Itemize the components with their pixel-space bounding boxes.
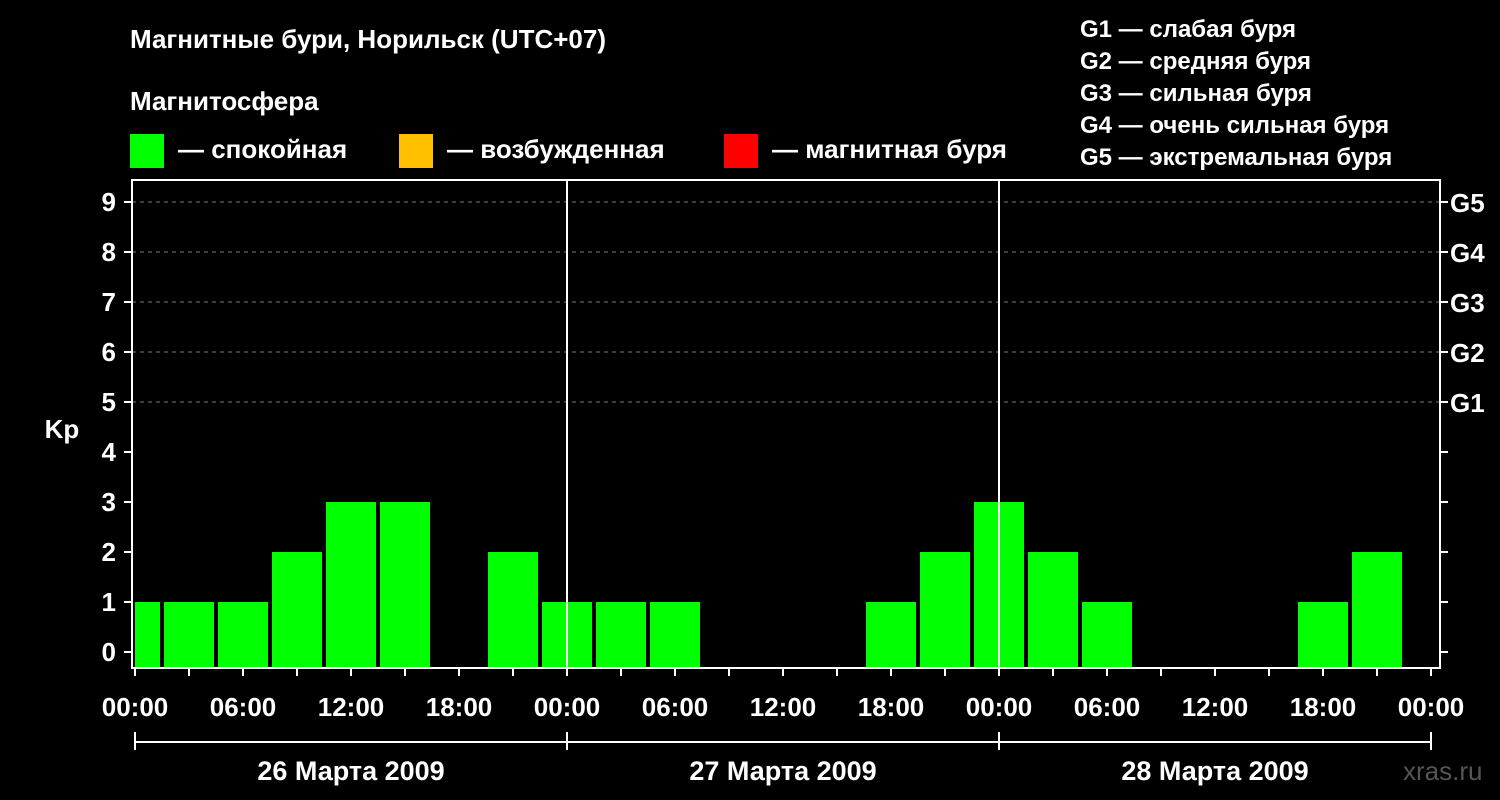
kp-bar: [650, 602, 700, 668]
kp-bar: [596, 602, 646, 668]
y-tick-label: 8: [102, 237, 116, 267]
kp-bar: [326, 502, 376, 668]
y-tick-label: 2: [102, 537, 116, 567]
x-tick-label: 00:00: [534, 692, 601, 722]
y-tick-label: 7: [102, 287, 116, 317]
kp-bar: [1028, 552, 1078, 668]
kp-bar: [218, 602, 268, 668]
g-level-label: G4: [1450, 238, 1485, 268]
g-level-label: G5: [1450, 188, 1485, 218]
x-tick-label: 12:00: [318, 692, 385, 722]
x-tick-label: 00:00: [102, 692, 169, 722]
y-tick-label: 1: [102, 587, 116, 617]
x-tick-label: 00:00: [1398, 692, 1465, 722]
kp-bar: [272, 552, 322, 668]
g-level-label: G2: [1450, 338, 1485, 368]
kp-bar: [488, 552, 538, 668]
y-tick-label: 6: [102, 337, 116, 367]
y-tick-label: 3: [102, 487, 116, 517]
x-tick-label: 06:00: [210, 692, 277, 722]
kp-bar: [1082, 602, 1132, 668]
kp-chart: 0 1 2 3 4 5 6 7 8 9 G1 G2 G3 G4 G5 Kp 00:00 06:00 12:00 18:…: [45, 179, 1485, 786]
site-credit: xras.ru: [1403, 756, 1483, 786]
kp-bar: [866, 602, 916, 668]
kp-bar: [135, 602, 160, 668]
kp-bar: [164, 602, 214, 668]
x-tick-label: 00:00: [966, 692, 1033, 722]
y-tick-label: 5: [102, 387, 116, 417]
kp-bar: [1352, 552, 1402, 668]
y-axis-label: Kp: [45, 414, 80, 444]
x-tick-label: 12:00: [750, 692, 817, 722]
x-tick-label: 06:00: [1074, 692, 1141, 722]
y-tick-label: 0: [102, 637, 116, 667]
x-tick-label: 12:00: [1182, 692, 1249, 722]
day-label: 28 Марта 2009: [1121, 756, 1308, 786]
x-tick-label: 06:00: [642, 692, 709, 722]
day-label: 27 Марта 2009: [689, 756, 876, 786]
x-tick-label: 18:00: [1290, 692, 1357, 722]
y-tick-label: 9: [102, 187, 116, 217]
kp-bar: [380, 502, 430, 668]
kp-bar: [920, 552, 970, 668]
day-label: 26 Марта 2009: [257, 756, 444, 786]
x-tick-label: 18:00: [858, 692, 925, 722]
g-level-label: G3: [1450, 288, 1485, 318]
g-level-label: G1: [1450, 388, 1485, 418]
y-tick-label: 4: [102, 437, 117, 467]
x-tick-label: 18:00: [426, 692, 493, 722]
kp-bar: [1298, 602, 1348, 668]
